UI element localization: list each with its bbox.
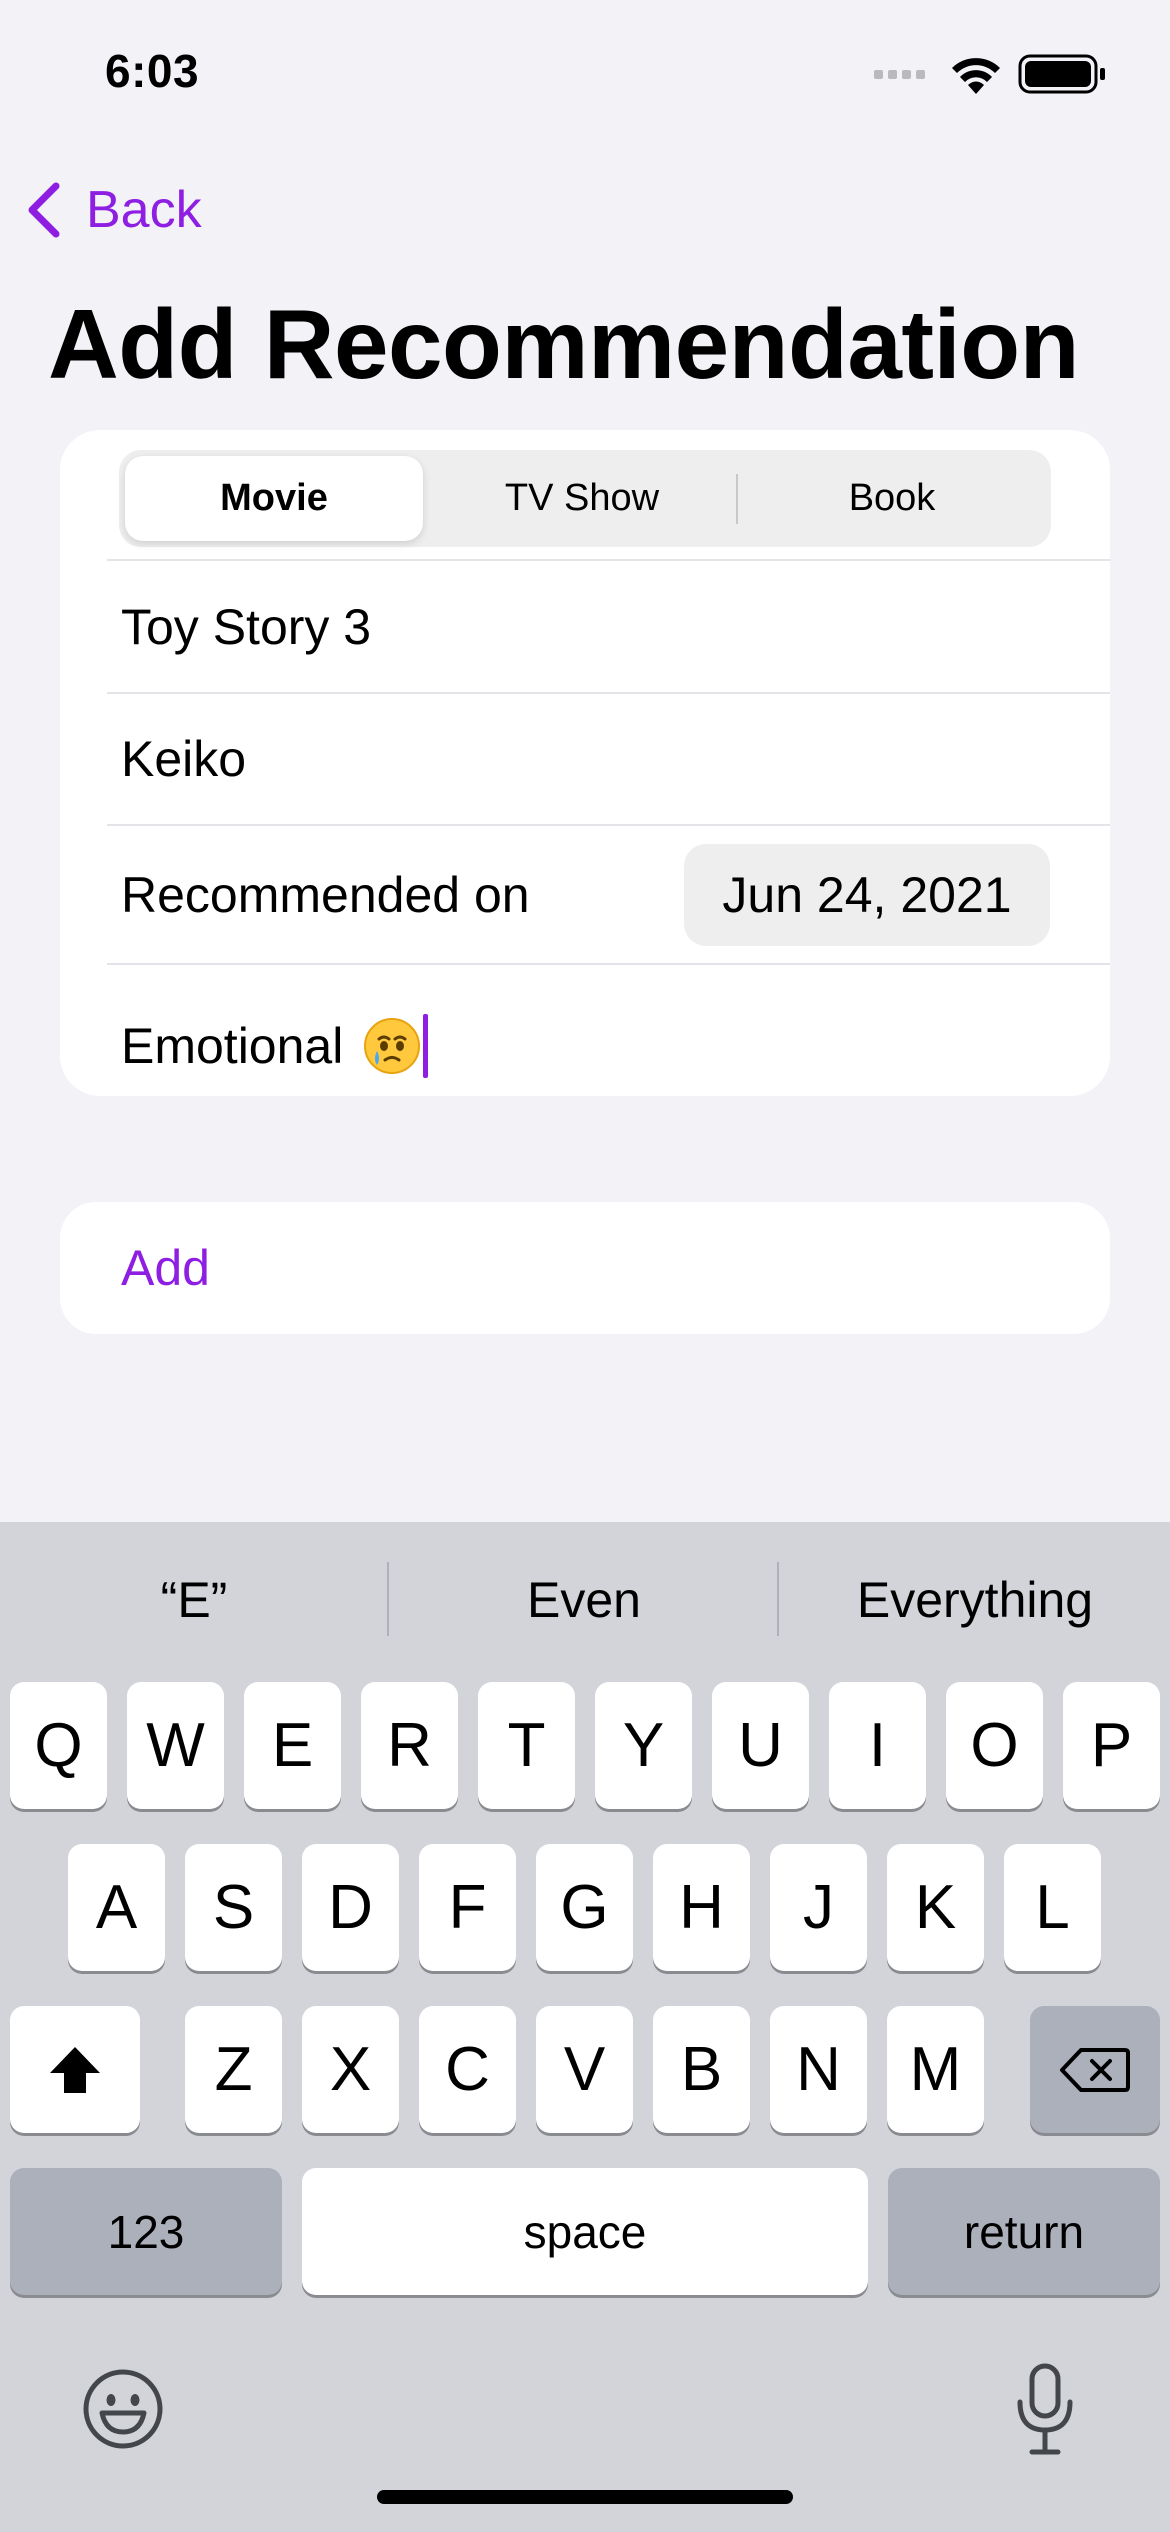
return-key[interactable]: return xyxy=(888,2168,1160,2295)
face-holding-back-tears-icon xyxy=(364,1018,421,1074)
segment-movie[interactable]: Movie xyxy=(125,456,423,541)
key-a[interactable]: A xyxy=(68,1844,165,1971)
suggestion-divider xyxy=(387,1562,389,1636)
row-divider xyxy=(107,559,1110,561)
key-g[interactable]: G xyxy=(536,1844,633,1971)
emoji-icon[interactable] xyxy=(82,2368,164,2450)
key-w[interactable]: W xyxy=(127,1682,224,1809)
key-x[interactable]: X xyxy=(302,2006,399,2133)
key-m[interactable]: M xyxy=(887,2006,984,2133)
key-f[interactable]: F xyxy=(419,1844,516,1971)
chevron-left-icon xyxy=(28,182,60,238)
shift-key[interactable] xyxy=(10,2006,140,2133)
key-i[interactable]: I xyxy=(829,1682,926,1809)
status-icons xyxy=(874,54,1105,94)
key-s[interactable]: S xyxy=(185,1844,282,1971)
key-d[interactable]: D xyxy=(302,1844,399,1971)
suggestion-everything[interactable]: Everything xyxy=(780,1522,1170,1678)
home-indicator xyxy=(377,2490,793,2504)
key-y[interactable]: Y xyxy=(595,1682,692,1809)
wifi-icon xyxy=(952,58,1000,94)
key-h[interactable]: H xyxy=(653,1844,750,1971)
microphone-icon[interactable] xyxy=(1010,2362,1080,2458)
date-label: Recommended on xyxy=(121,867,530,923)
back-button[interactable]: Back xyxy=(22,170,202,250)
key-u[interactable]: U xyxy=(712,1682,809,1809)
suggestion-bar: “E” Even Everything xyxy=(0,1522,1170,1678)
type-segmented-control: Movie TV Show Book xyxy=(119,450,1051,547)
key-t[interactable]: T xyxy=(478,1682,575,1809)
row-divider xyxy=(107,824,1110,826)
suggestion-even[interactable]: Even xyxy=(390,1522,778,1678)
add-button[interactable]: Add xyxy=(60,1202,1110,1334)
key-j[interactable]: J xyxy=(770,1844,867,1971)
page-title: Add Recommendation xyxy=(48,289,1079,399)
numbers-key[interactable]: 123 xyxy=(10,2168,282,2295)
space-key[interactable]: space xyxy=(302,2168,868,2295)
add-label: Add xyxy=(121,1240,210,1296)
delete-key[interactable] xyxy=(1030,2006,1160,2133)
key-e[interactable]: E xyxy=(244,1682,341,1809)
suggestion-divider xyxy=(777,1562,779,1636)
segment-divider xyxy=(736,474,738,524)
suggestion-quoted[interactable]: “E” xyxy=(0,1522,388,1678)
row-divider xyxy=(107,963,1110,965)
key-k[interactable]: K xyxy=(887,1844,984,1971)
shift-icon xyxy=(50,2046,100,2093)
recommender-field[interactable]: Keiko xyxy=(121,730,246,788)
keyboard: “E” Even Everything Q W E R T Y U I O P … xyxy=(0,1522,1170,2532)
key-b[interactable]: B xyxy=(653,2006,750,2133)
key-n[interactable]: N xyxy=(770,2006,867,2133)
segment-book[interactable]: Book xyxy=(739,450,1045,547)
delete-backward-icon xyxy=(1060,2047,1130,2092)
key-r[interactable]: R xyxy=(361,1682,458,1809)
battery-icon xyxy=(1018,54,1105,94)
key-c[interactable]: C xyxy=(419,2006,516,2133)
recommendation-form: Movie TV Show Book Toy Story 3 Keiko Rec… xyxy=(60,430,1110,1096)
key-z[interactable]: Z xyxy=(185,2006,282,2133)
back-label: Back xyxy=(86,181,202,239)
key-p[interactable]: P xyxy=(1063,1682,1160,1809)
segment-tv-show[interactable]: TV Show xyxy=(429,450,735,547)
text-cursor xyxy=(423,1014,429,1078)
cellular-signal-icon xyxy=(874,70,925,79)
key-v[interactable]: V xyxy=(536,2006,633,2133)
row-divider xyxy=(107,692,1110,694)
title-field[interactable]: Toy Story 3 xyxy=(121,598,371,656)
notes-field[interactable]: Emotional xyxy=(121,1000,429,1092)
key-o[interactable]: O xyxy=(946,1682,1043,1809)
key-l[interactable]: L xyxy=(1004,1844,1101,1971)
date-picker[interactable]: Jun 24, 2021 xyxy=(684,844,1050,946)
notes-text: Emotional xyxy=(121,1018,344,1074)
key-q[interactable]: Q xyxy=(10,1682,107,1809)
status-time: 6:03 xyxy=(105,45,200,97)
